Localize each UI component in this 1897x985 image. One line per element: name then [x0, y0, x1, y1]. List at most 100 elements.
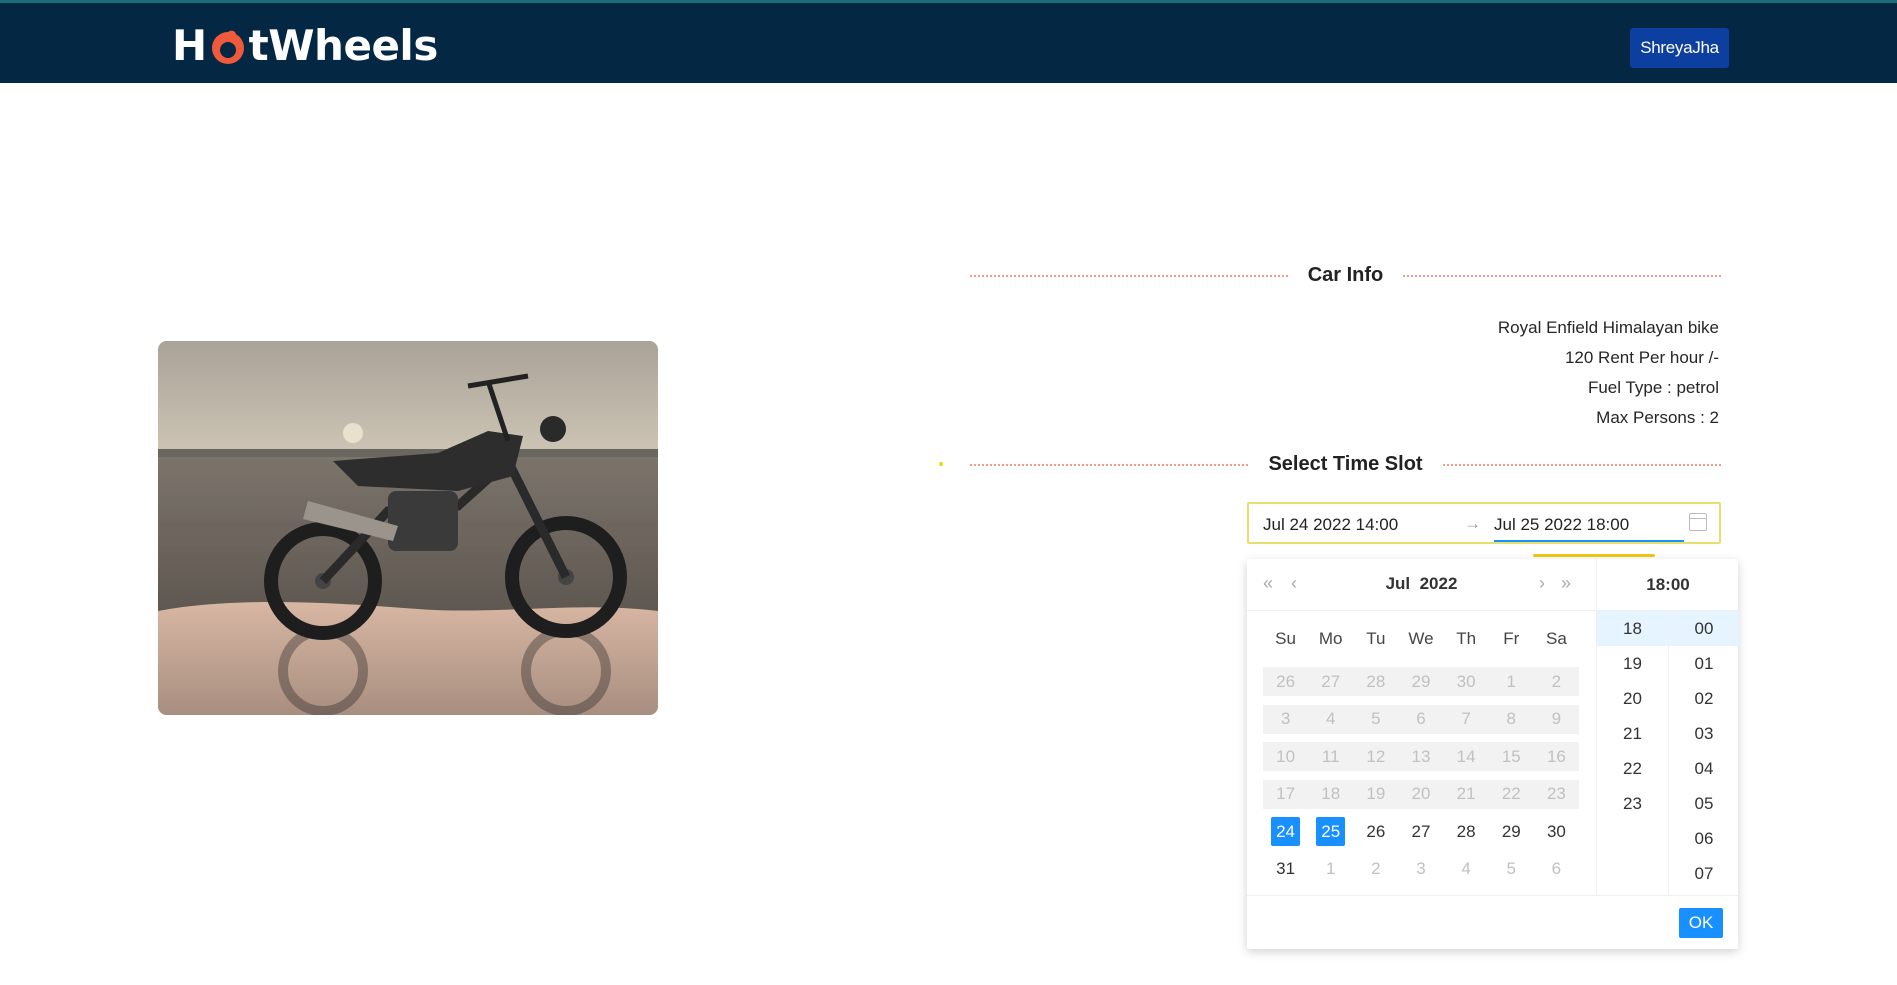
calendar-day-number: 3	[1280, 709, 1291, 729]
ok-button[interactable]: OK	[1679, 908, 1723, 938]
car-info-divider: Car Info	[970, 264, 1721, 287]
calendar-day: 7	[1443, 704, 1489, 734]
calendar-icon[interactable]	[1689, 513, 1707, 531]
hotwheels-logo[interactable]: H tWheels	[172, 21, 438, 70]
weekday-label: Tu	[1366, 629, 1386, 648]
weekday-label: We	[1408, 629, 1434, 648]
hour-option[interactable]: 19	[1597, 646, 1668, 681]
calendar-day: 22	[1488, 779, 1534, 809]
calendar-day[interactable]: 27	[1398, 817, 1443, 846]
month-label[interactable]: Jul	[1386, 574, 1411, 593]
calendar-day[interactable]: 28	[1444, 817, 1489, 846]
minute-option[interactable]: 03	[1669, 716, 1739, 751]
end-datetime-input[interactable]: Jul 25 2022 18:00	[1494, 515, 1629, 535]
logo-text-end: tWheels	[248, 21, 439, 70]
calendar-day[interactable]: 5	[1489, 855, 1534, 884]
calendar-day-number: 11	[1321, 746, 1340, 766]
minute-option[interactable]: 00	[1669, 611, 1739, 646]
calendar-day-number: 30	[1546, 821, 1566, 841]
calendar-day: 19	[1353, 779, 1399, 809]
calendar-day-number: 5	[1371, 709, 1381, 729]
selected-time-label: 18:00	[1597, 559, 1739, 611]
weekday-label: Su	[1275, 629, 1296, 648]
calendar-day[interactable]: 6	[1534, 855, 1579, 884]
calendar-day-number: 15	[1501, 746, 1521, 766]
car-name: Royal Enfield Himalayan bike	[1497, 318, 1719, 337]
weekday-label: Sa	[1546, 629, 1567, 648]
time-slot-divider: Select Time Slot	[970, 453, 1722, 476]
calendar-day-number: 23	[1546, 784, 1566, 804]
minute-column[interactable]: 00 01 02 03 04 05 06 07	[1668, 611, 1739, 895]
calendar-day-number: 28	[1456, 821, 1476, 841]
calendar-day: 10	[1263, 742, 1309, 772]
calendar-day[interactable]: 4	[1444, 855, 1489, 884]
top-navbar: H tWheels ShreyaJha	[0, 0, 1897, 83]
calendar-day: 13	[1398, 742, 1444, 772]
calendar-day: 21	[1443, 779, 1489, 809]
calendar-day[interactable]: 1	[1308, 855, 1353, 884]
minute-option[interactable]: 05	[1669, 786, 1739, 821]
minute-option[interactable]: 07	[1669, 856, 1739, 891]
calendar-day: 15	[1488, 742, 1534, 772]
calendar-day-number: 4	[1325, 709, 1336, 729]
minute-option[interactable]: 06	[1669, 821, 1739, 856]
next-year-icon[interactable]: »	[1561, 573, 1571, 594]
year-label[interactable]: 2022	[1420, 574, 1458, 593]
calendar-day-number: 6	[1416, 709, 1426, 729]
calendar-day-number: 22	[1501, 784, 1521, 804]
calendar-day[interactable]: 30	[1534, 817, 1579, 846]
calendar-panel: « ‹ Jul 2022 › » Su Mo Tu We Th Fr Sa 26 27 28 29…	[1247, 559, 1596, 895]
calendar-day: 27	[1308, 667, 1354, 697]
time-panel: 18:00 18 19 20 21 22 23 00 01 02 03 04 05 06 07	[1596, 559, 1739, 895]
calendar-day-number: 28	[1366, 671, 1386, 691]
calendar-day-number: 27	[1321, 671, 1341, 691]
minute-option[interactable]: 04	[1669, 751, 1739, 786]
calendar-day[interactable]: 24	[1263, 817, 1308, 847]
minute-option[interactable]: 02	[1669, 681, 1739, 716]
decorative-dot	[939, 462, 943, 466]
hour-option[interactable]: 21	[1597, 716, 1668, 751]
calendar-day-number: 3	[1416, 859, 1426, 879]
calendar-day-number: 24	[1271, 817, 1301, 847]
divider-line-right	[1403, 274, 1721, 277]
hour-option[interactable]: 20	[1597, 681, 1668, 716]
car-info-heading: Car Info	[1307, 264, 1384, 286]
month-year-label[interactable]: Jul 2022	[1247, 574, 1596, 594]
hour-option[interactable]: 23	[1597, 786, 1668, 821]
divider-line-right	[1442, 463, 1722, 466]
car-max-persons: Max Persons : 2	[1596, 408, 1719, 427]
calendar-day: 4	[1308, 704, 1354, 734]
calendar-day[interactable]: 31	[1263, 855, 1308, 884]
start-datetime-input[interactable]: Jul 24 2022 14:00	[1263, 515, 1398, 535]
calendar-day[interactable]: 25	[1308, 817, 1353, 847]
calendar-day[interactable]: 29	[1489, 817, 1534, 846]
calendar-day-number: 20	[1411, 784, 1431, 804]
calendar-week-row: 24 25 26 27 28 29 30	[1263, 813, 1579, 851]
hour-option[interactable]: 18	[1597, 611, 1668, 646]
calendar-day[interactable]: 3	[1398, 855, 1443, 884]
calendar-day-number: 16	[1546, 746, 1566, 766]
calendar-day-number: 26	[1366, 821, 1386, 841]
divider-line-left	[970, 463, 1249, 466]
picker-footer: OK	[1247, 895, 1738, 949]
calendar-day: 23	[1533, 779, 1579, 809]
next-month-icon[interactable]: ›	[1539, 573, 1545, 594]
calendar-day[interactable]: 26	[1353, 817, 1398, 846]
calendar-day: 6	[1398, 704, 1444, 734]
calendar-day: 8	[1488, 704, 1534, 734]
user-menu-button[interactable]: ShreyaJha	[1630, 28, 1729, 68]
calendar-day-number: 1	[1506, 671, 1516, 691]
minute-option[interactable]: 01	[1669, 646, 1739, 681]
hour-column[interactable]: 18 19 20 21 22 23	[1597, 611, 1668, 895]
calendar-day: 12	[1353, 742, 1399, 772]
calendar-day-number: 14	[1456, 746, 1476, 766]
calendar-day-number: 29	[1411, 671, 1431, 691]
date-range-input[interactable]: Jul 24 2022 14:00 → Jul 25 2022 18:00	[1247, 502, 1721, 544]
calendar-week-row: 17 18 19 20 21 22 23	[1263, 776, 1579, 814]
calendar-day[interactable]: 2	[1353, 855, 1398, 884]
calendar-day: 18	[1308, 779, 1354, 809]
calendar-day: 17	[1263, 779, 1309, 809]
weekday-header-row: Su Mo Tu We Th Fr Sa	[1263, 629, 1579, 649]
logo-text-start: H	[172, 21, 207, 70]
hour-option[interactable]: 22	[1597, 751, 1668, 786]
